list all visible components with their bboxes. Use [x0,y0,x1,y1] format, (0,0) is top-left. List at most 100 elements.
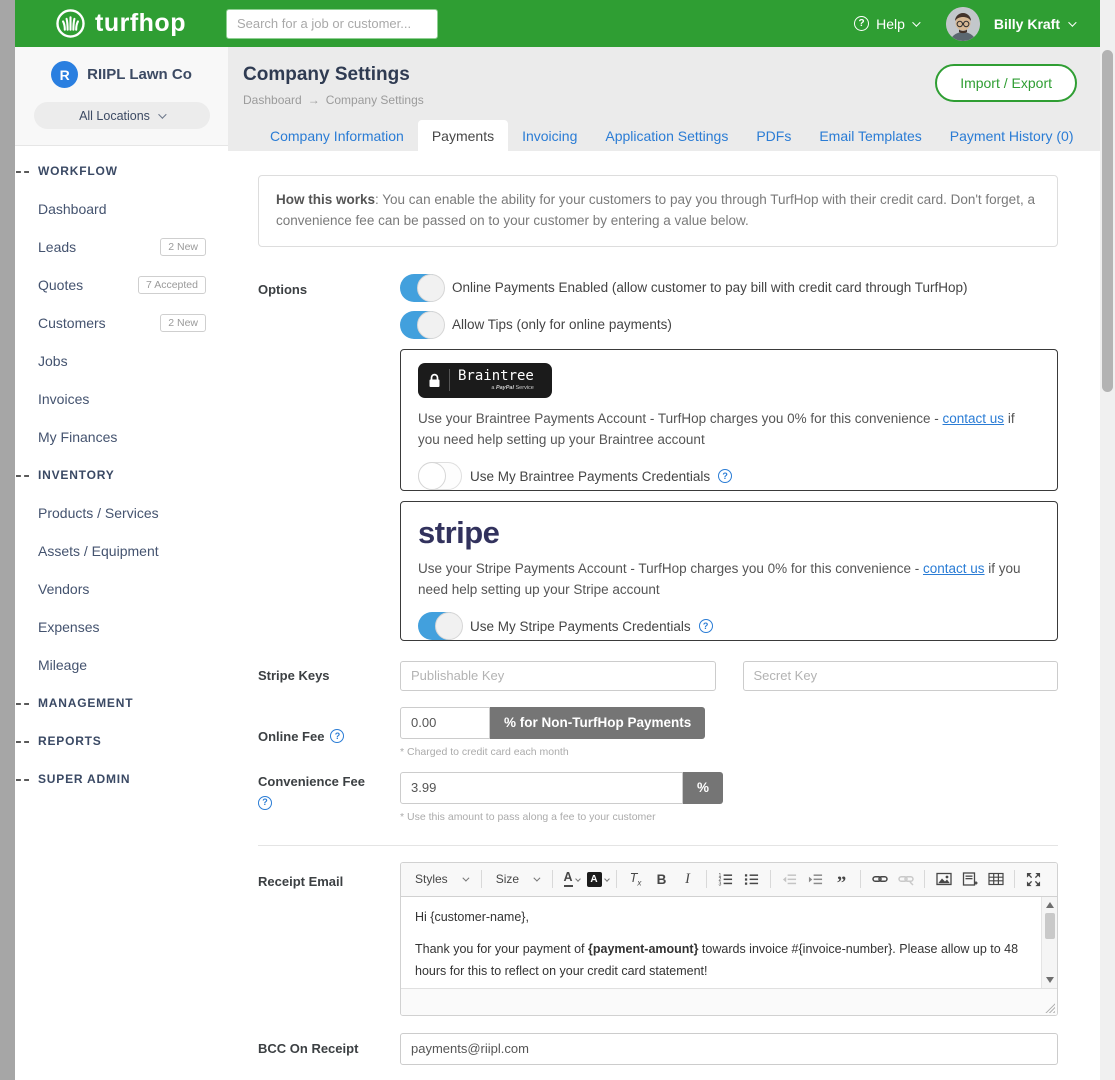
sidebar-company-block: R RIIPL Lawn Co All Locations [15,47,228,146]
sidebar-item-mileage[interactable]: Mileage [15,646,228,684]
sidebar-nav: WORKFLOWDashboardLeads2 NewQuotes7 Accep… [15,146,228,798]
size-dropdown[interactable]: Size [488,868,546,890]
secret-key-input[interactable] [743,661,1059,691]
online-fee-helper: * Charged to credit card each month [400,746,1058,758]
braintree-credentials-toggle[interactable] [418,462,462,490]
braintree-contact-us-link[interactable]: contact us [943,411,1005,426]
scroll-down-icon[interactable] [1046,977,1054,983]
stripe-help-icon[interactable]: ? [699,619,713,633]
stripe-description: Use your Stripe Payments Account - TurfH… [418,558,1040,601]
bullet-list-button[interactable] [739,867,764,892]
nav-label: Quotes [38,277,83,293]
sidebar-item-expenses[interactable]: Expenses [15,608,228,646]
bcc-input[interactable] [400,1033,1058,1065]
italic-button[interactable]: I [675,867,700,892]
page-scrollbar[interactable] [1100,0,1115,1080]
sidebar-item-invoices[interactable]: Invoices [15,380,228,418]
tab-application-settings[interactable]: Application Settings [591,120,742,151]
import-export-button[interactable]: Import / Export [935,64,1077,102]
remove-format-button[interactable]: Tx [623,867,648,892]
tab-company-information[interactable]: Company Information [256,120,418,151]
table-button[interactable] [983,867,1008,892]
nav-label: My Finances [38,429,117,445]
convenience-fee-help-icon[interactable]: ? [258,796,272,810]
online-fee-help-icon[interactable]: ? [330,729,344,743]
maximize-button[interactable] [1021,867,1046,892]
publishable-key-input[interactable] [400,661,716,691]
avatar[interactable] [946,7,980,41]
section-dash-icon [16,171,29,173]
page-scroll-thumb[interactable] [1102,50,1113,392]
stripe-box: stripe Use your Stripe Payments Account … [400,501,1058,641]
link-button[interactable] [867,867,892,892]
ordered-list-button[interactable]: 123 [713,867,738,892]
outdent-button[interactable] [777,867,802,892]
online-payments-toggle[interactable] [400,274,444,302]
tab-payment-history-0[interactable]: Payment History (0) [936,120,1088,151]
sidebar-item-dashboard[interactable]: Dashboard [15,190,228,228]
brand-name: turfhop [95,9,186,38]
sidebar-section-inventory[interactable]: INVENTORY [15,456,228,494]
sidebar-section-management[interactable]: MANAGEMENT [15,684,228,722]
sidebar-item-assets-equipment[interactable]: Assets / Equipment [15,532,228,570]
scroll-up-icon[interactable] [1046,902,1054,908]
convenience-fee-input[interactable] [400,772,683,804]
sidebar: R RIIPL Lawn Co All Locations WORKFLOWDa… [15,47,228,1080]
allow-tips-toggle[interactable] [400,311,444,339]
help-menu[interactable]: ? Help [854,16,918,32]
receipt-email-label: Receipt Email [258,862,400,1016]
blockquote-button[interactable]: ” [829,867,854,892]
sidebar-item-my-finances[interactable]: My Finances [15,418,228,456]
help-icon: ? [854,16,869,31]
braintree-description: Use your Braintree Payments Account - Tu… [418,408,1040,451]
styles-dropdown[interactable]: Styles [407,868,475,890]
background-color-button[interactable]: A [585,867,610,892]
template-button[interactable] [957,867,982,892]
tab-bar: Company InformationPaymentsInvoicingAppl… [228,120,1100,151]
stripe-keys-label: Stripe Keys [258,666,400,686]
search-input[interactable] [226,9,438,39]
email-body-text: Thank you for your payment of {payment-a… [415,939,1027,983]
turfhop-logo[interactable]: turfhop [55,8,186,39]
top-header: turfhop ? Help [15,0,1100,47]
nav-label: Products / Services [38,505,159,521]
tab-pdfs[interactable]: PDFs [742,120,805,151]
braintree-help-icon[interactable]: ? [718,469,732,483]
image-button[interactable] [931,867,956,892]
svg-text:3: 3 [719,881,722,887]
breadcrumb-dashboard[interactable]: Dashboard [243,93,302,107]
braintree-logo[interactable]: Braintree a PayPal Service [418,363,552,398]
user-menu[interactable]: Billy Kraft [994,16,1074,32]
tab-invoicing[interactable]: Invoicing [508,120,591,151]
editor-scrollbar[interactable] [1041,897,1057,988]
convenience-fee-helper: * Use this amount to pass along a fee to… [400,811,1058,823]
sidebar-item-leads[interactable]: Leads2 New [15,228,228,266]
sidebar-item-quotes[interactable]: Quotes7 Accepted [15,266,228,304]
receipt-email-body[interactable]: Hi {customer-name}, Thank you for your p… [401,897,1041,988]
help-label: Help [876,16,905,32]
sidebar-section-super-admin[interactable]: SUPER ADMIN [15,760,228,798]
sidebar-item-customers[interactable]: Customers2 New [15,304,228,342]
stripe-contact-us-link[interactable]: contact us [923,561,985,576]
tab-payments[interactable]: Payments [418,120,508,151]
sidebar-item-products-services[interactable]: Products / Services [15,494,228,532]
nav-label: Customers [38,315,106,331]
tab-email-templates[interactable]: Email Templates [805,120,935,151]
indent-button[interactable] [803,867,828,892]
unlink-button[interactable] [893,867,918,892]
text-color-button[interactable]: A [559,867,584,892]
bold-button[interactable]: B [649,867,674,892]
breadcrumb-current: Company Settings [326,93,424,107]
online-fee-input[interactable] [400,707,490,739]
sidebar-item-jobs[interactable]: Jobs [15,342,228,380]
stripe-credentials-toggle[interactable] [418,612,462,640]
editor-scroll-thumb[interactable] [1045,913,1055,939]
sidebar-section-workflow[interactable]: WORKFLOW [15,152,228,190]
location-selector[interactable]: All Locations [34,102,210,129]
resize-grip[interactable] [1044,1002,1055,1013]
how-this-works-title: How this works [276,192,375,207]
stripe-credentials-label: Use My Stripe Payments Credentials [470,619,691,634]
sidebar-item-vendors[interactable]: Vendors [15,570,228,608]
sidebar-section-reports[interactable]: REPORTS [15,722,228,760]
app-window: turfhop ? Help [0,0,1115,1080]
